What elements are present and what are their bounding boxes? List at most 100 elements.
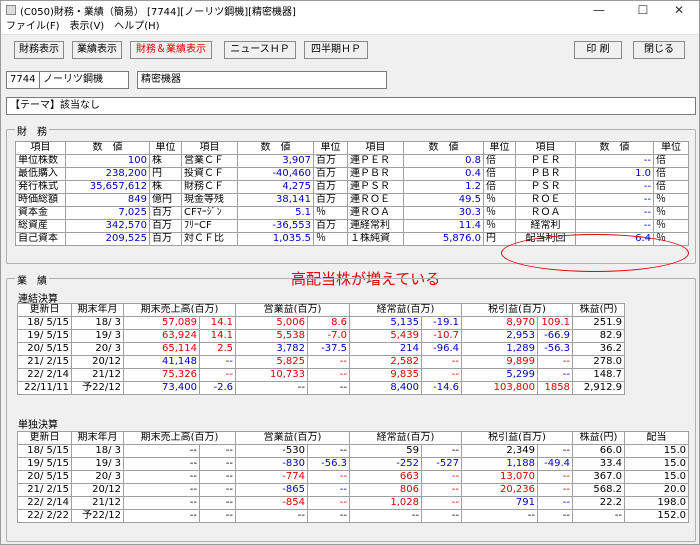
menu-view[interactable]: 表示(V)	[65, 19, 110, 35]
single-value: 20.0	[624, 483, 689, 497]
consolidated-value: -10.7	[421, 329, 462, 343]
single-value: 33.4	[572, 457, 625, 471]
finance-item-label: １株純資	[347, 232, 404, 246]
quarterly-hp-button[interactable]: 四半期ＨＰ	[304, 41, 368, 59]
consolidated-header-cell: 更新日	[17, 303, 72, 317]
finance-unit: ％	[653, 206, 689, 220]
performance-group-label: 業 績	[15, 272, 49, 287]
finance-value: 7,025	[65, 206, 150, 220]
single-value: --	[199, 509, 236, 523]
close-window-button[interactable]: ✕	[659, 1, 699, 19]
finance-item-label: ＰＥＲ	[515, 154, 576, 168]
single-value: 568.2	[572, 483, 625, 497]
finance-item-label: 現金等残	[181, 193, 238, 207]
finance-item-label: ＲＯＡ	[515, 206, 576, 220]
single-value: --	[199, 470, 236, 484]
consolidated-header-cell: 期末売上高(百万)	[123, 303, 236, 317]
finance-unit: 百万	[149, 219, 182, 233]
news-hp-button[interactable]: ニュースＨＰ	[224, 41, 296, 59]
menu-file[interactable]: ファイル(F)	[1, 19, 65, 35]
single-value: 15.0	[624, 470, 689, 484]
single-date: 18/ 3	[71, 444, 124, 458]
minimize-button[interactable]: —	[579, 1, 619, 19]
consolidated-date: 19/ 3	[71, 329, 124, 343]
finance-value: --	[575, 180, 654, 194]
consolidated-value: 10,733	[235, 368, 308, 382]
consolidated-value: 1858	[537, 381, 573, 395]
finance-row: 単位株数 100 株営業ＣＦ 3,907 百万 連ＰＥＲ 0.8 倍 ＰＥＲ -- 倍	[15, 154, 689, 168]
single-value: 1,188	[461, 457, 538, 471]
finance-row: 発行株式 35,657,612 株財務ＣＦ 4,275 百万 連ＰＳＲ 1.2 倍 ＰＳＲ -- 倍	[15, 180, 689, 194]
finance-table: 項目数 値単位 項目数 値単位 項目数 値単位 項目数 値単位 単位株数 100 株営業Ｃ…	[15, 141, 689, 246]
single-value: 198.0	[624, 496, 689, 510]
single-value: --	[123, 496, 200, 510]
single-value: --	[307, 470, 350, 484]
consolidated-value: 9,899	[461, 355, 538, 369]
consolidated-value: --	[537, 355, 573, 369]
single-value: --	[307, 483, 350, 497]
single-header-row: 更新日 期末年月 期末売上高(百万) 営業益(百万) 経常益(百万) 税引益(百万) 株益(…	[17, 431, 689, 445]
single-date: 21/ 2/15	[17, 483, 72, 497]
finance-value: 49.5	[403, 193, 484, 207]
finance-unit: 円	[149, 167, 182, 181]
consolidated-value: 148.7	[572, 368, 625, 382]
single-value: --	[421, 509, 462, 523]
single-value: -854	[235, 496, 308, 510]
consolidated-value: --	[199, 368, 236, 382]
consolidated-value: 109.1	[537, 316, 573, 330]
consolidated-value: 75,326	[123, 368, 200, 382]
consolidated-value: --	[421, 368, 462, 382]
consolidated-value: 5,439	[349, 329, 422, 343]
consolidated-value: 5,135	[349, 316, 422, 330]
consolidated-value: --	[421, 355, 462, 369]
finance-value: 38,141	[237, 193, 314, 207]
company-sector: 精密機器	[137, 71, 387, 89]
single-value: 15.0	[624, 457, 689, 471]
finance-unit: 億円	[149, 193, 182, 207]
consolidated-date: 18/ 3	[71, 316, 124, 330]
annotation-ellipse	[501, 234, 689, 272]
consolidated-date: 予22/12	[71, 381, 124, 395]
consolidated-value: 9,835	[349, 368, 422, 382]
maximize-button[interactable]: ☐	[623, 1, 663, 19]
consolidated-value: 5,006	[235, 316, 308, 330]
finance-performance-view-button[interactable]: 財務＆業績表示	[130, 41, 212, 59]
single-value: --	[235, 509, 308, 523]
consolidated-value: -14.6	[421, 381, 462, 395]
consolidated-date: 18/ 5/15	[17, 316, 72, 330]
finance-item-label: ＰＳＲ	[515, 180, 576, 194]
finance-item-label: 財務ＣＦ	[181, 180, 238, 194]
consolidated-header-cell: 期末年月	[71, 303, 124, 317]
finance-value: --	[575, 193, 654, 207]
finance-view-button[interactable]: 財務表示	[14, 41, 64, 59]
single-date: 21/12	[71, 496, 124, 510]
finance-unit: 倍	[483, 180, 516, 194]
single-row: 20/ 5/15 20/ 3 -- -- -774 -- 663 -- 13,070 -- 367.…	[17, 470, 689, 484]
consolidated-row: 18/ 5/15 18/ 3 57,089 14.1 5,006 8.6 5,135 -19.…	[17, 316, 625, 330]
single-value: --	[572, 509, 625, 523]
finance-value: 5.1	[237, 206, 314, 220]
print-button[interactable]: 印 刷	[574, 41, 622, 59]
close-button[interactable]: 閉じる	[633, 41, 685, 59]
finance-value: 11.4	[403, 219, 484, 233]
consolidated-value: 82.9	[572, 329, 625, 343]
company-name: ノーリツ鋼機	[39, 71, 129, 89]
finance-header-cell: 項目	[15, 141, 66, 155]
single-value: --	[123, 457, 200, 471]
finance-item-label: 経常利	[515, 219, 576, 233]
finance-unit: 百万	[313, 154, 348, 168]
finance-row: 時価総額 849 億円 現金等残 38,141 百万 連ＲＯＥ 49.5 ％ ＲＯＥ -- ％	[15, 193, 689, 207]
single-header-cell: 経常益(百万)	[349, 431, 462, 445]
app-icon	[6, 5, 16, 15]
consolidated-date: 20/ 5/15	[17, 342, 72, 356]
performance-view-button[interactable]: 業績表示	[72, 41, 122, 59]
consolidated-value: --	[537, 368, 573, 382]
consolidated-value: 251.9	[572, 316, 625, 330]
single-value: -774	[235, 470, 308, 484]
single-row: 19/ 5/15 19/ 3 -- -- -830 -56.3 -252 -527 1,188-…	[17, 457, 689, 471]
menu-help[interactable]: ヘルプ(H)	[109, 19, 164, 35]
consolidated-date: 19/ 5/15	[17, 329, 72, 343]
finance-unit: 倍	[483, 167, 516, 181]
single-value: -865	[235, 483, 308, 497]
consolidated-row: 22/ 2/14 21/12 75,326 -- 10,733 -- 9,835 -- 5,29…	[17, 368, 625, 382]
